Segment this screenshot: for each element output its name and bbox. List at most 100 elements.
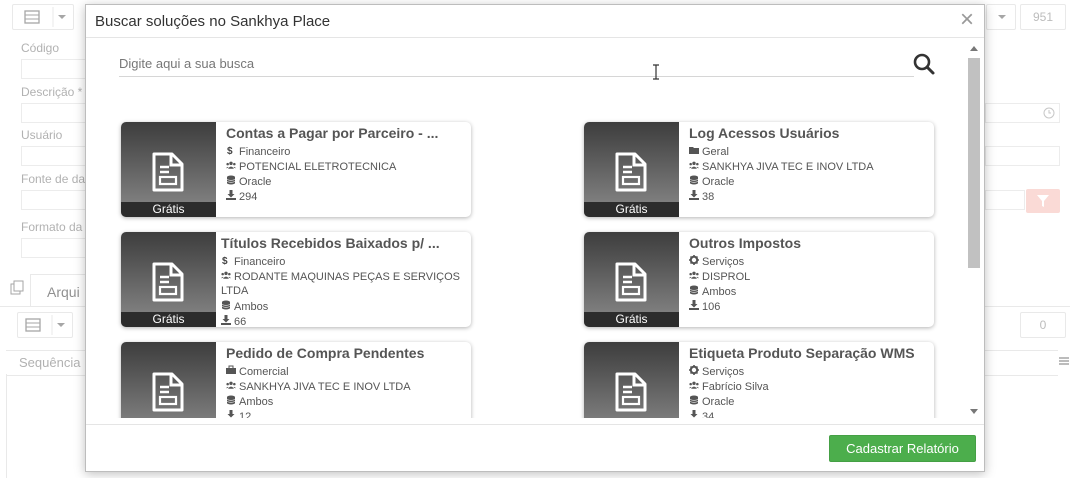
free-badge: Grátis: [121, 312, 216, 327]
users-icon: [226, 380, 239, 393]
free-badge: Grátis: [121, 202, 216, 217]
owner-label: DISPROL: [702, 270, 751, 283]
card-thumbnail: [121, 342, 216, 418]
download-icon: [689, 410, 702, 418]
dollar-icon: $: [226, 145, 239, 158]
owner-label: POTENCIAL ELETROTECNICA: [239, 160, 397, 173]
search-input[interactable]: [119, 52, 914, 74]
database-label: Oracle: [702, 175, 735, 188]
category-label: Financeiro: [234, 255, 286, 268]
folder-icon: [689, 145, 702, 158]
search-icon[interactable]: [912, 52, 936, 76]
solution-card[interactable]: Grátis Outros Impostos Serviços DISPROL Ambo…: [584, 232, 934, 327]
database-icon: [689, 395, 702, 408]
search-solutions-dialog: Buscar soluções no Sankhya Place × Gráti…: [85, 4, 985, 472]
category-label: Geral: [702, 145, 729, 158]
free-badge: Grátis: [584, 312, 679, 327]
card-category: Serviços: [689, 255, 744, 268]
solution-card[interactable]: Pedido de Compra Pendentes Comercial SANKH…: [121, 342, 471, 418]
database-icon: [689, 175, 702, 188]
solution-card[interactable]: Grátis Contas a Pagar por Parceiro - ... $…: [121, 122, 471, 217]
card-database: Ambos: [226, 395, 273, 408]
dialog-footer: Cadastrar Relatório: [86, 424, 984, 471]
downloads-count: 294: [239, 190, 258, 203]
owner-label: RODANTE MAQUINAS PEÇAS E SERVIÇOS: [234, 270, 460, 283]
card-category: Serviços: [689, 365, 744, 378]
dialog-header: Buscar soluções no Sankhya Place ×: [86, 5, 984, 38]
card-thumbnail: Grátis: [584, 122, 679, 217]
card-title: Títulos Recebidos Baixados p/ ...: [221, 235, 440, 251]
card-database: Ambos: [221, 300, 268, 313]
card-title: Log Acessos Usuários: [689, 125, 840, 141]
solution-card[interactable]: Grátis Títulos Recebidos Baixados p/ ... $…: [121, 232, 471, 328]
database-label: Ambos: [702, 285, 737, 298]
text-cursor-icon: [653, 64, 659, 80]
register-report-button[interactable]: Cadastrar Relatório: [829, 435, 976, 462]
database-icon: [689, 285, 702, 298]
card-owner-continued: LTDA: [221, 285, 248, 297]
downloads-count: 66: [234, 315, 247, 328]
users-icon: [226, 160, 239, 173]
close-button[interactable]: ×: [960, 8, 974, 32]
owner-label-line2: LTDA: [221, 285, 249, 297]
card-title: Pedido de Compra Pendentes: [226, 345, 425, 361]
card-title: Outros Impostos: [689, 235, 802, 251]
category-label: Financeiro: [239, 145, 291, 158]
database-label: Oracle: [702, 395, 735, 408]
report-document-icon: [152, 152, 184, 192]
scroll-up-arrow-icon[interactable]: [970, 46, 978, 51]
free-badge: Grátis: [584, 202, 679, 217]
card-thumbnail: Grátis: [121, 122, 216, 217]
downloads-count: 106: [702, 300, 721, 313]
search-bar: [119, 52, 914, 77]
report-document-icon: [152, 372, 184, 412]
card-database: Ambos: [689, 285, 736, 298]
download-icon: [226, 190, 239, 203]
database-label: Ambos: [239, 395, 274, 408]
card-owner: SANKHYA JIVA TEC E INOV LTDA: [226, 380, 411, 393]
scrollbar[interactable]: [968, 44, 980, 416]
briefcase-icon: [226, 365, 239, 378]
database-icon: [226, 175, 239, 188]
card-thumbnail: [584, 342, 679, 418]
downloads-count: 34: [702, 410, 715, 419]
cog-icon: [689, 365, 702, 378]
users-icon: [689, 160, 702, 173]
card-downloads: 106: [689, 300, 720, 313]
card-category: Comercial: [226, 365, 289, 378]
dialog-title: Buscar soluções no Sankhya Place: [95, 13, 331, 30]
solution-card[interactable]: Grátis Log Acessos Usuários Geral SANKHYA J…: [584, 122, 934, 217]
owner-label: SANKHYA JIVA TEC E INOV LTDA: [702, 160, 874, 173]
database-label: Oracle: [239, 175, 272, 188]
downloads-count: 38: [702, 190, 715, 203]
download-icon: [226, 410, 239, 418]
card-owner: DISPROL: [689, 270, 750, 283]
database-label: Ambos: [234, 300, 269, 313]
users-icon: [221, 270, 234, 283]
card-downloads: 34: [689, 410, 714, 418]
owner-label: Fabrício Silva: [702, 380, 769, 393]
card-downloads: 38: [689, 190, 714, 203]
card-category: $ Financeiro: [226, 145, 290, 158]
scroll-down-arrow-icon[interactable]: [970, 409, 978, 414]
category-label: Serviços: [702, 365, 745, 378]
database-icon: [221, 300, 234, 313]
database-icon: [226, 395, 239, 408]
download-icon: [689, 300, 702, 313]
card-downloads: 12: [226, 410, 251, 418]
card-database: Oracle: [689, 175, 734, 188]
card-owner: SANKHYA JIVA TEC E INOV LTDA: [689, 160, 874, 173]
owner-label: SANKHYA JIVA TEC E INOV LTDA: [239, 380, 411, 393]
category-label: Serviços: [702, 255, 745, 268]
downloads-count: 12: [239, 410, 252, 419]
report-document-icon: [615, 152, 647, 192]
card-title: Etiqueta Produto Separação WMS: [689, 345, 915, 361]
users-icon: [689, 380, 702, 393]
scroll-thumb[interactable]: [968, 58, 980, 268]
card-title: Contas a Pagar por Parceiro - ...: [226, 125, 439, 141]
dialog-body: Grátis Contas a Pagar por Parceiro - ... $…: [86, 38, 984, 418]
card-category: Geral: [689, 145, 729, 158]
card-downloads: 294: [226, 190, 257, 203]
solution-card[interactable]: Etiqueta Produto Separação WMS Serviços Fa…: [584, 342, 934, 418]
card-thumbnail: Grátis: [584, 232, 679, 327]
